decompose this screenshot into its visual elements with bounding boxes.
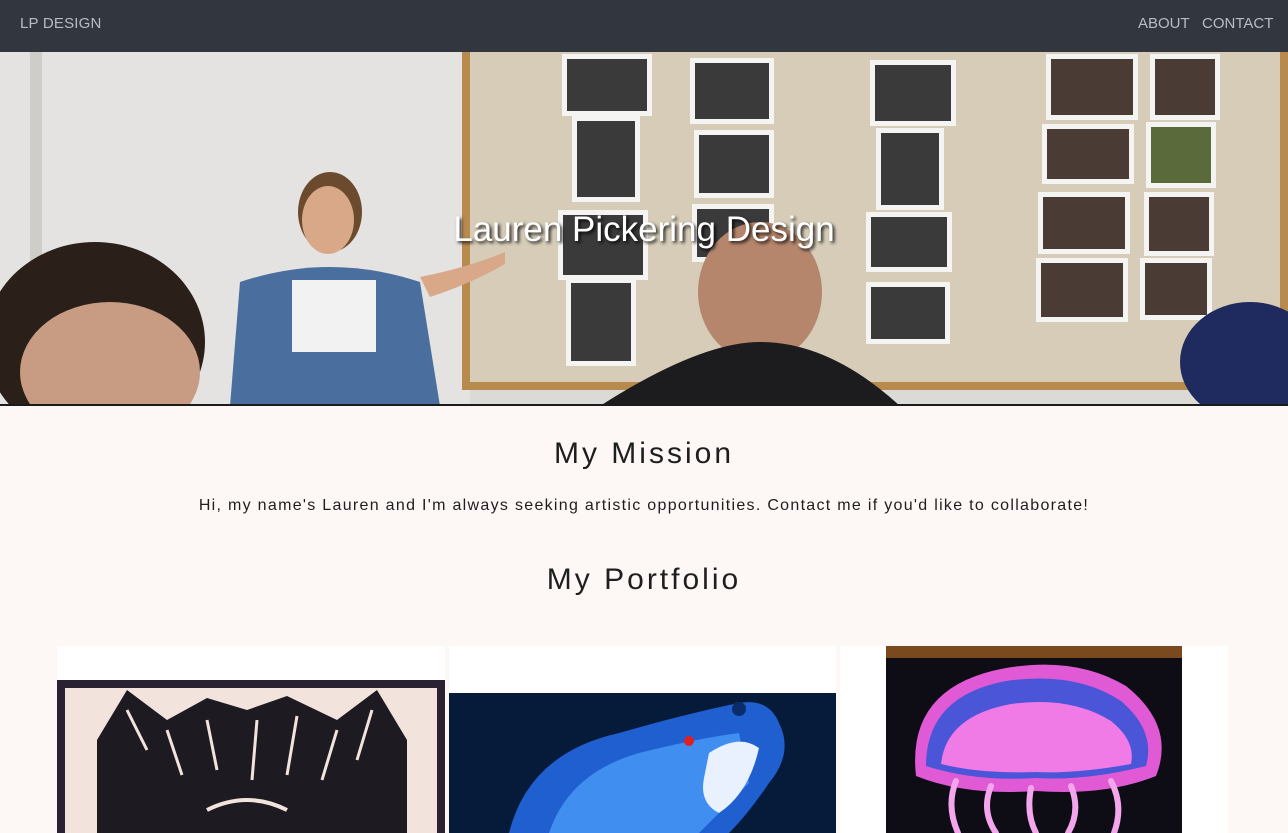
portfolio-item-jellyfish[interactable] [840,646,1228,833]
hero-title: Lauren Pickering Design [453,210,835,249]
hero-banner: Lauren Pickering Design [0,52,1288,406]
wolf-artwork-image [57,680,445,833]
jellyfish-artwork-image [886,646,1182,833]
mission-text: Hi, my name's Lauren and I'm always seek… [198,497,1090,514]
nav-contact-link[interactable]: CONTACT [1202,15,1273,32]
navbar: LP DESIGN ABOUT CONTACT [0,0,1288,52]
bear-artwork-image [449,693,836,833]
nav-about-link[interactable]: ABOUT [1138,15,1190,32]
portfolio-item-wolf[interactable] [57,646,445,833]
portfolio-item-bear[interactable] [449,646,836,833]
portfolio-heading: My Portfolio [546,563,742,596]
mission-heading: My Mission [553,437,734,470]
brand-link[interactable]: LP DESIGN [20,15,102,32]
